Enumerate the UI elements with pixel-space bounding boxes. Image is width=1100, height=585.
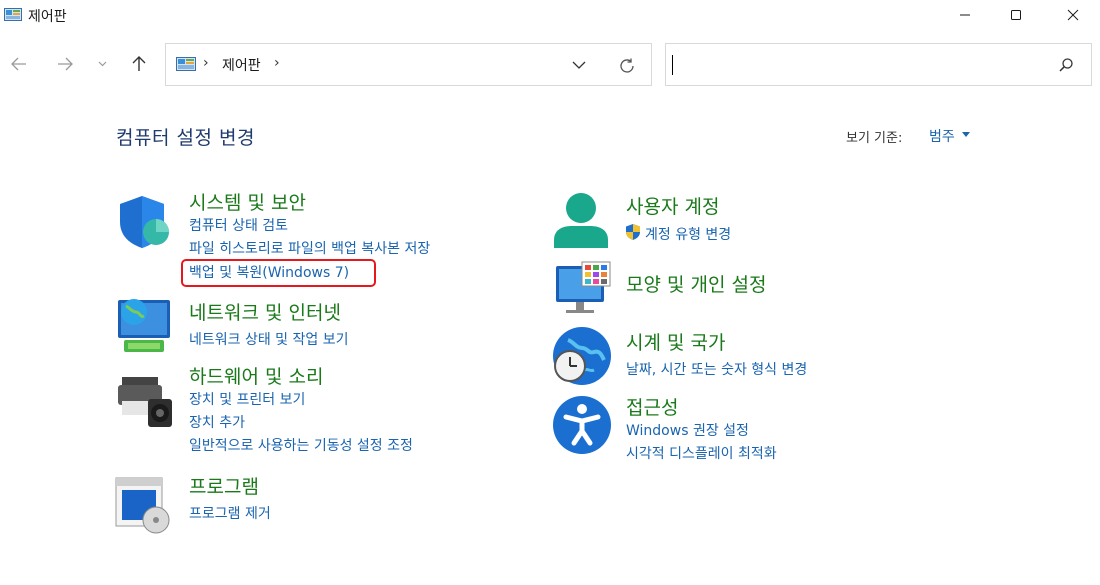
close-button[interactable]	[1050, 0, 1096, 30]
chevron-down-icon	[572, 61, 586, 69]
category-hardware-sound[interactable]: 하드웨어 및 소리	[189, 362, 323, 389]
back-button[interactable]	[6, 50, 32, 78]
text-caret	[672, 55, 673, 75]
arrow-up-icon	[132, 56, 146, 71]
maximize-icon	[1011, 10, 1021, 20]
chevron-down-icon	[98, 61, 106, 67]
search-box[interactable]	[665, 43, 1092, 86]
shield-icon[interactable]	[114, 192, 174, 252]
minimize-button[interactable]	[942, 0, 988, 30]
title-bar: 제어판	[0, 0, 1100, 32]
close-icon	[1067, 9, 1079, 21]
uac-shield-icon	[624, 223, 642, 241]
link-file-history-backup[interactable]: 파일 히스토리로 파일의 백업 복사본 저장	[189, 238, 430, 258]
category-programs[interactable]: 프로그램	[189, 472, 259, 499]
clock-globe-icon[interactable]	[550, 326, 611, 386]
link-add-device[interactable]: 장치 추가	[189, 412, 245, 432]
network-globe-icon[interactable]	[114, 296, 174, 356]
category-appearance-personalization[interactable]: 모양 및 개인 설정	[626, 270, 766, 297]
programs-icon[interactable]	[114, 476, 174, 536]
caret-down-icon[interactable]	[962, 132, 970, 137]
address-bar[interactable]: › 제어판 ›	[165, 43, 652, 86]
view-by-label: 보기 기준:	[846, 131, 903, 146]
link-uninstall-program[interactable]: 프로그램 제거	[189, 503, 271, 523]
breadcrumb-item-control-panel[interactable]: 제어판	[222, 55, 261, 75]
window-title: 제어판	[28, 9, 67, 25]
link-devices-printers[interactable]: 장치 및 프린터 보기	[189, 389, 305, 409]
up-button[interactable]	[126, 50, 152, 78]
maximize-button[interactable]	[993, 0, 1039, 30]
category-network-internet[interactable]: 네트워크 및 인터넷	[189, 298, 341, 325]
link-date-time-number-format[interactable]: 날짜, 시간 또는 숫자 형식 변경	[626, 359, 807, 379]
printer-speaker-icon[interactable]	[114, 371, 174, 431]
link-optimize-display[interactable]: 시각적 디스플레이 최적화	[626, 443, 777, 463]
search-input[interactable]	[670, 48, 1040, 81]
control-panel-icon	[4, 7, 22, 21]
page-title: 컴퓨터 설정 변경	[116, 127, 255, 149]
minimize-icon	[960, 14, 970, 16]
category-system-security[interactable]: 시스템 및 보안	[189, 188, 306, 215]
highlight-annotation	[181, 259, 376, 287]
refresh-icon	[620, 58, 634, 73]
category-clock-region[interactable]: 시계 및 국가	[626, 328, 725, 355]
link-change-account-type[interactable]: 계정 유형 변경	[645, 224, 731, 244]
link-network-status-tasks[interactable]: 네트워크 상태 및 작업 보기	[189, 329, 348, 349]
link-mobility-settings[interactable]: 일반적으로 사용하는 기동성 설정 조정	[189, 435, 413, 455]
forward-button[interactable]	[52, 50, 78, 78]
user-icon[interactable]	[552, 190, 612, 250]
view-by-dropdown[interactable]: 범주	[929, 126, 955, 146]
arrow-left-icon	[11, 57, 26, 71]
control-panel-icon	[176, 57, 196, 72]
link-review-computer-status[interactable]: 컴퓨터 상태 검토	[189, 215, 288, 235]
breadcrumb-separator[interactable]: ›	[274, 55, 280, 71]
category-accessibility[interactable]: 접근성	[626, 393, 678, 420]
arrow-right-icon	[58, 57, 73, 71]
personalization-monitor-icon[interactable]	[552, 260, 612, 320]
breadcrumb-separator[interactable]: ›	[203, 55, 209, 71]
search-icon[interactable]	[1058, 57, 1076, 75]
address-history-button[interactable]	[568, 56, 590, 74]
accessibility-icon[interactable]	[552, 395, 612, 455]
recent-locations-button[interactable]	[94, 50, 110, 78]
category-user-accounts[interactable]: 사용자 계정	[626, 192, 719, 219]
link-recommended-settings[interactable]: Windows 권장 설정	[626, 420, 749, 440]
refresh-button[interactable]	[616, 55, 638, 77]
